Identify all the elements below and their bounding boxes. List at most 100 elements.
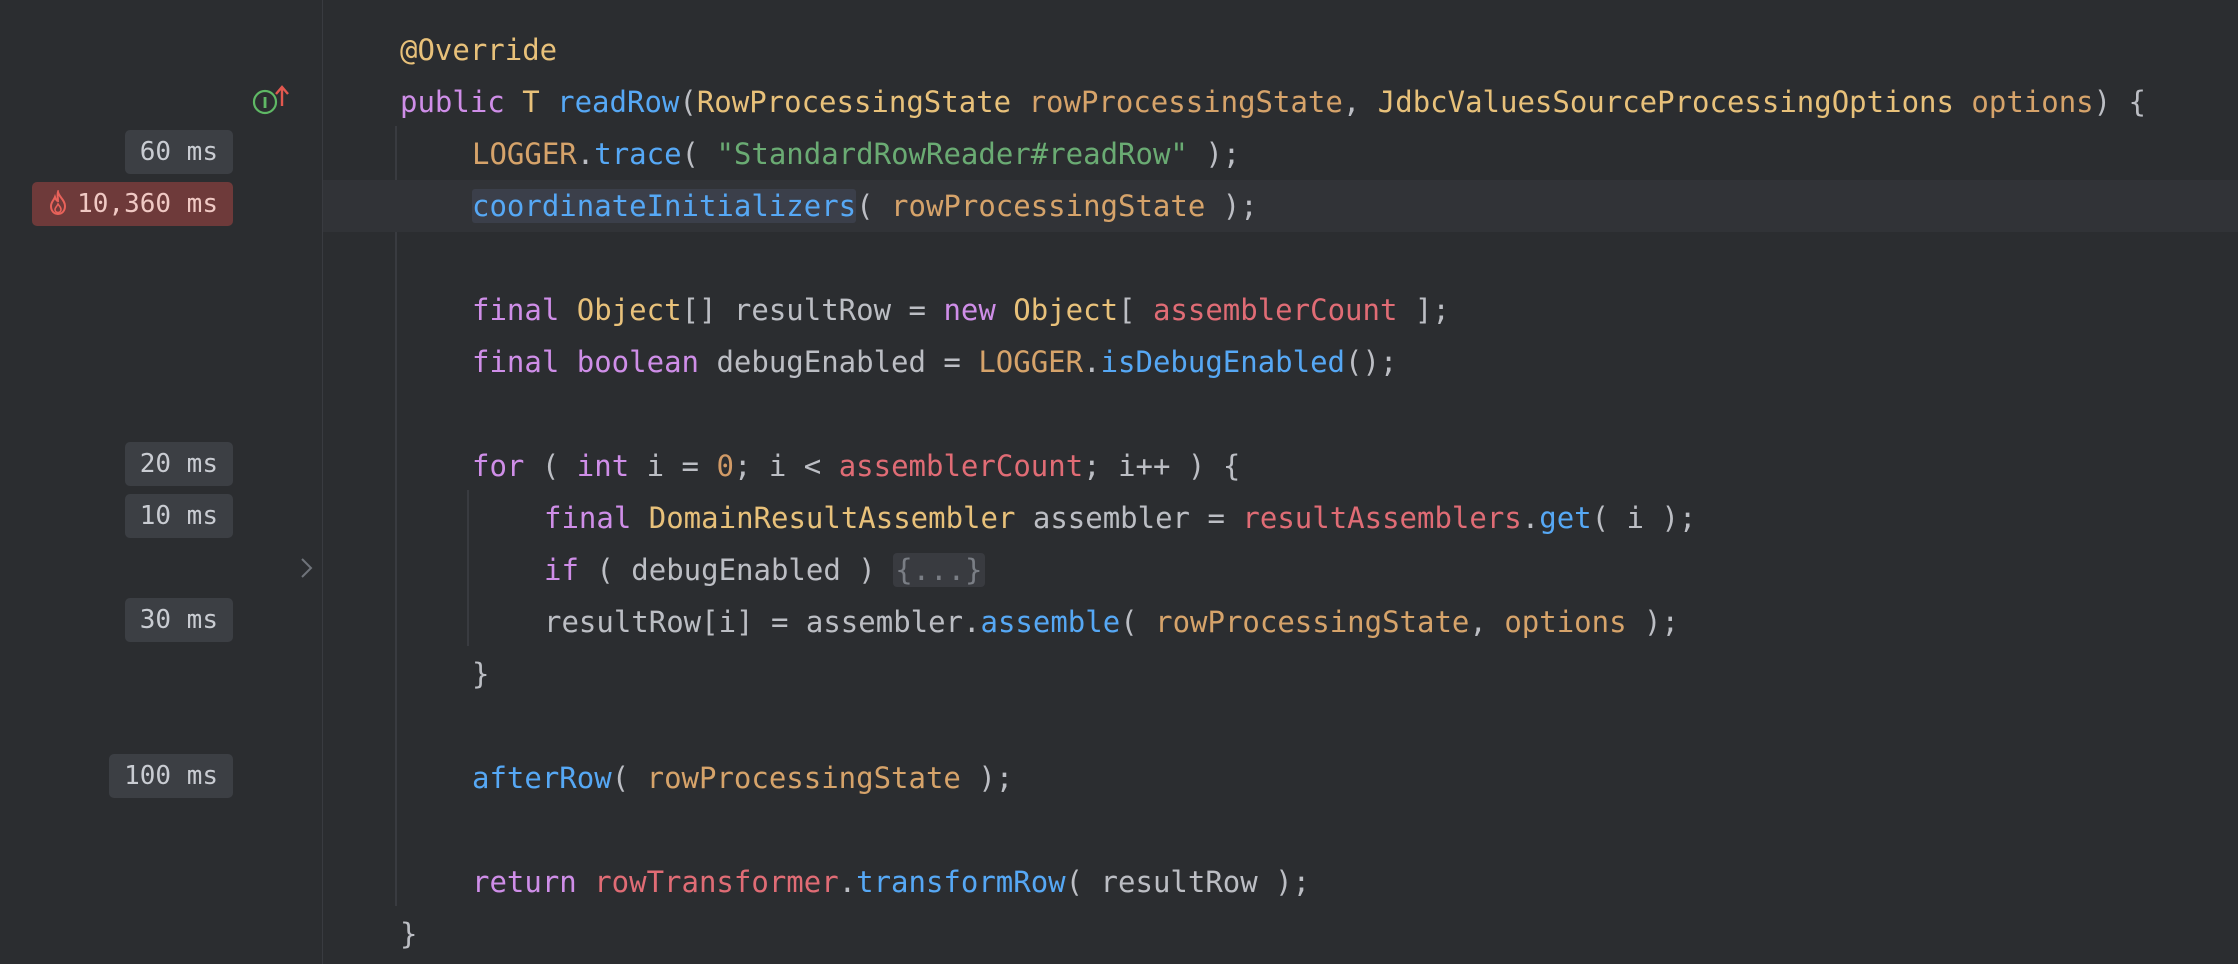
type-name: JdbcValuesSourceProcessingOptions: [1377, 85, 1954, 119]
code-line: }: [323, 908, 2238, 960]
punctuation: (: [681, 137, 717, 171]
keyword: final: [544, 501, 649, 535]
punctuation: );: [1626, 605, 1679, 639]
gutter: I 60 ms 10,360 ms 20 ms 10 ms 30 ms 100 …: [0, 0, 323, 964]
punctuation: (: [524, 449, 577, 483]
punctuation: .: [838, 865, 857, 899]
field: resultAssemblers: [1242, 501, 1522, 535]
svg-text:I: I: [262, 94, 268, 112]
timing-label: 10 ms: [139, 501, 218, 531]
method-call-highlighted: coordinateInitializers: [472, 189, 857, 223]
code-line: public T readRow(RowProcessingState rowP…: [323, 76, 2238, 128]
closing-brace: }: [400, 917, 418, 951]
code-line: resultRow[i] = assembler.assemble( rowPr…: [323, 596, 2238, 648]
punctuation: );: [1187, 137, 1241, 171]
type-name: Object: [1013, 293, 1119, 327]
code-editor[interactable]: I 60 ms 10,360 ms 20 ms 10 ms 30 ms 100 …: [0, 0, 2238, 964]
parameter: options: [1504, 605, 1627, 639]
timing-badge[interactable]: 100 ms: [109, 754, 233, 798]
field: assemblerCount: [1152, 293, 1398, 327]
code-line: final DomainResultAssembler assembler = …: [323, 492, 2238, 544]
code-line: if ( debugEnabled ) {...}: [323, 544, 2238, 596]
punctuation: [1954, 85, 1971, 119]
punctuation: (: [856, 189, 892, 223]
closing-brace: }: [472, 657, 490, 691]
timing-badge[interactable]: 20 ms: [124, 442, 233, 486]
timing-label: 10,360 ms: [77, 189, 218, 219]
code-line: for ( int i = 0; i < assemblerCount; i++…: [323, 440, 2238, 492]
implementation-icon[interactable]: I: [252, 84, 292, 118]
method-call: afterRow: [472, 761, 612, 795]
timing-badge[interactable]: 30 ms: [124, 598, 233, 642]
keyword: if: [544, 553, 579, 587]
code-text: assembler =: [1015, 501, 1243, 535]
code-line: afterRow( rowProcessingState );: [323, 752, 2238, 804]
timing-badge[interactable]: 60 ms: [124, 130, 233, 174]
timing-label: 100 ms: [124, 761, 218, 791]
code-line: final Object[] resultRow = new Object[ a…: [323, 284, 2238, 336]
punctuation: [1011, 85, 1028, 119]
code-text: [] resultRow =: [681, 293, 944, 327]
code-line: @Override: [323, 24, 2238, 76]
punctuation: .: [1521, 501, 1540, 535]
code-text: ( i );: [1591, 501, 1697, 535]
punctuation: .: [1083, 345, 1101, 379]
code-text: ( resultRow );: [1065, 865, 1311, 899]
code-text: ; i++ ) {: [1083, 449, 1241, 483]
code-text: debugEnabled =: [698, 345, 979, 379]
timing-badge[interactable]: 10 ms: [124, 494, 233, 538]
parameter: rowProcessingState: [1155, 605, 1470, 639]
code-text: ( debugEnabled ): [578, 553, 894, 587]
type-name: T: [522, 85, 558, 119]
keyword: new: [943, 293, 1014, 327]
code-line: return rowTransformer.transformRow( resu…: [323, 856, 2238, 908]
punctuation: );: [1205, 189, 1258, 223]
punctuation: ();: [1345, 345, 1398, 379]
parameter: rowProcessingState: [1028, 85, 1343, 119]
number-literal: 0: [716, 449, 734, 483]
code-area[interactable]: @Override public T readRow(RowProcessing…: [323, 0, 2238, 964]
constant: LOGGER: [472, 137, 577, 171]
field: rowTransformer: [594, 865, 839, 899]
field: assemblerCount: [838, 449, 1084, 483]
keyword: boolean: [576, 345, 699, 379]
punctuation: (: [611, 761, 647, 795]
punctuation: ];: [1397, 293, 1450, 327]
parameter: options: [1971, 85, 2094, 119]
code-text: i =: [629, 449, 717, 483]
keyword: return: [472, 865, 595, 899]
folded-block[interactable]: {...}: [893, 553, 985, 587]
timing-badge-hot[interactable]: 10,360 ms: [32, 182, 233, 226]
constant: LOGGER: [978, 345, 1084, 379]
string-literal: "StandardRowReader#readRow": [716, 137, 1188, 171]
type-name: RowProcessingState: [696, 85, 1012, 119]
method-call: transformRow: [856, 865, 1066, 899]
fold-arrow-icon[interactable]: [297, 556, 317, 580]
punctuation: ) {: [2093, 85, 2147, 119]
method-call: get: [1539, 501, 1592, 535]
punctuation: .: [576, 137, 595, 171]
annotation: @Override: [400, 33, 558, 67]
flame-icon: [50, 190, 67, 216]
punctuation: );: [960, 761, 1014, 795]
method-call: trace: [594, 137, 682, 171]
punctuation: ,: [1342, 85, 1378, 119]
timing-label: 60 ms: [139, 137, 218, 167]
code-line-current: coordinateInitializers( rowProcessingSta…: [323, 180, 2238, 232]
punctuation: [: [1118, 293, 1153, 327]
method-name[interactable]: readRow: [557, 85, 679, 119]
code-text: ; i <: [733, 449, 839, 483]
punctuation: ,: [1469, 605, 1505, 639]
keyword: int: [576, 449, 630, 483]
code-line: }: [323, 648, 2238, 700]
keyword: final: [472, 345, 577, 379]
parameter: rowProcessingState: [891, 189, 1206, 223]
method-call: isDebugEnabled: [1100, 345, 1346, 379]
keyword: public: [400, 85, 523, 119]
keyword: final: [472, 293, 577, 327]
code-line: final boolean debugEnabled = LOGGER.isDe…: [323, 336, 2238, 388]
method-call: assemble: [980, 605, 1121, 639]
punctuation: (: [679, 85, 697, 119]
keyword: for: [472, 449, 525, 483]
type-name: Object: [576, 293, 682, 327]
